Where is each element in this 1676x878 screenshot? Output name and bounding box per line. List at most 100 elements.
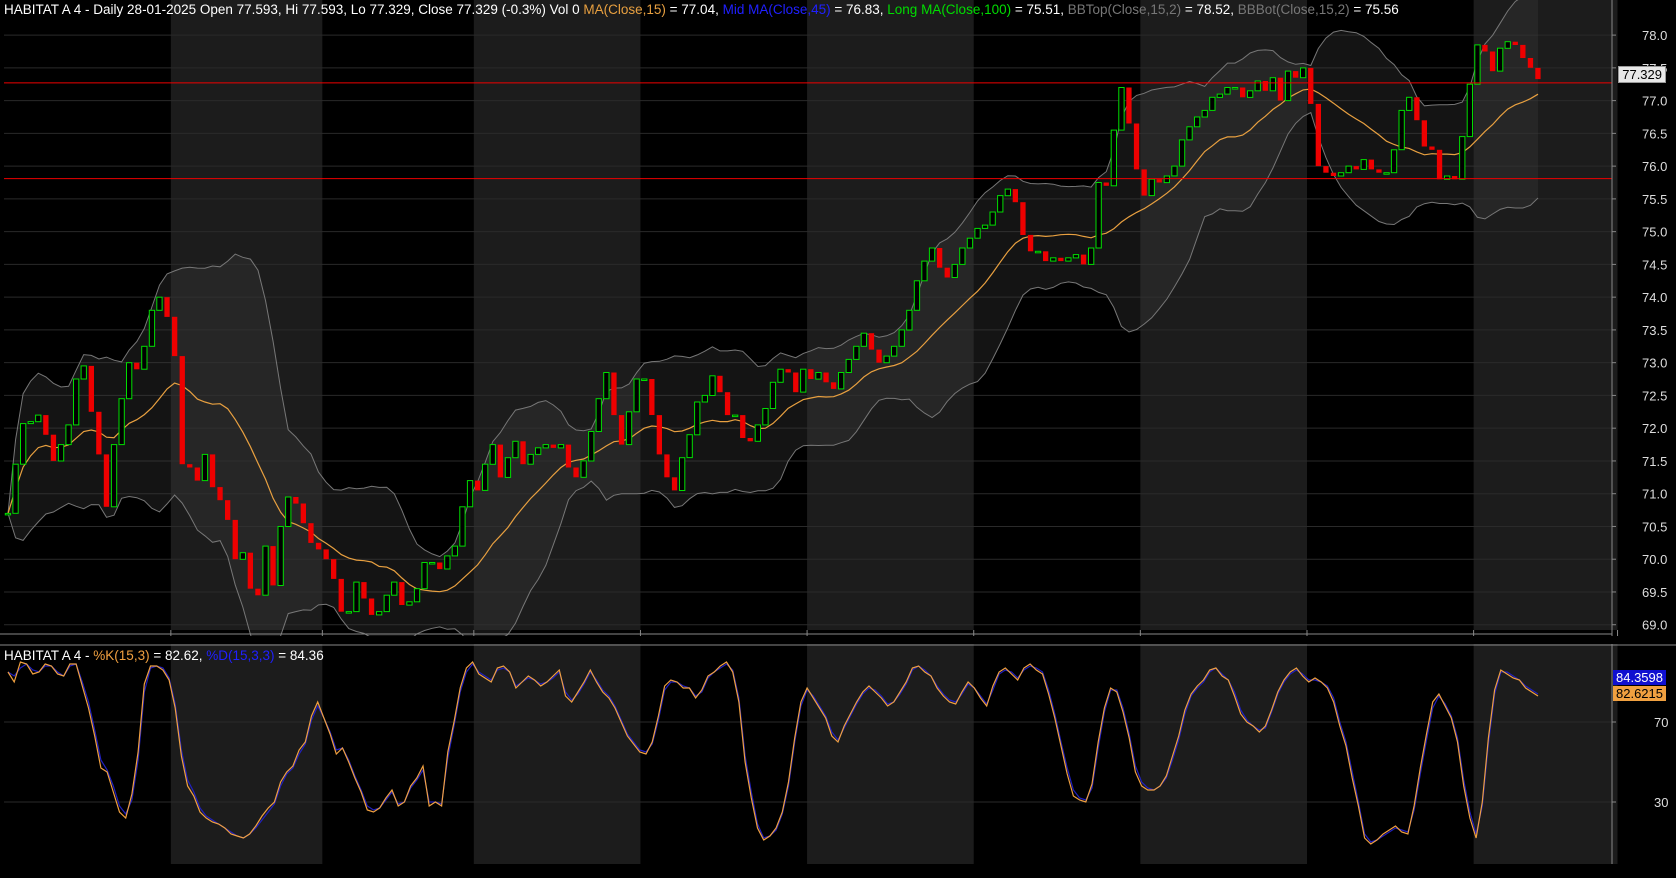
candle-down [1330,172,1337,176]
candle-up [1178,139,1186,167]
candle-up [466,480,474,508]
candle-down [437,562,443,570]
candle-up [504,457,512,478]
candle-down [134,362,140,370]
candle-down [1126,87,1132,124]
candle-up [451,545,459,557]
y-tick-label: 76.0 [1642,159,1667,174]
candle-down [944,267,950,278]
candle-up [928,247,936,262]
y-tick-label: 75.0 [1642,225,1667,240]
candle-up [1459,136,1466,180]
candle-down [1043,251,1049,262]
candle-down [50,434,57,461]
price-header: HABITAT A 4 - Daily 28-01-2025 Open 77.5… [4,2,1399,18]
candle-up [65,424,72,446]
candle-up [989,211,996,226]
bbbot-value: = 75.56 [1349,2,1399,17]
ma15-value: = 77.04, [665,2,723,17]
y-tick-label: 76.5 [1642,126,1667,141]
candle-up [1474,44,1481,85]
candle-up [353,581,360,613]
candle-down [717,375,723,393]
candle-up [1504,41,1511,49]
candle-down [1277,77,1284,101]
chart-window: 69.0 69.5 70.0 70.5 71.0 71.5 72.0 72.5 73.0 73.5… [0,0,1676,878]
candle-up [1497,47,1504,72]
candle-down [671,477,678,491]
candle-down [255,588,261,596]
candle-up [148,309,156,347]
candle-up [1201,109,1208,118]
candle-up [754,424,762,442]
candle-up [981,224,989,229]
candle-up [12,463,19,514]
candle-up [542,444,549,449]
candle-down [209,454,216,488]
candle-up [141,345,148,370]
candle-up [1383,172,1390,175]
y-tick-label: 69.0 [1642,618,1667,633]
candle-up [921,260,928,282]
candle-up [686,434,693,459]
candle-down [808,369,814,379]
candle-up [277,526,284,586]
candle-down [1482,44,1488,52]
candle-down [1240,87,1246,98]
candle-down [793,372,799,393]
candle-down [1080,254,1087,265]
candle-up [641,378,648,381]
candle-up [800,368,807,393]
candle-up [860,332,868,347]
y-tick-label: 74.5 [1642,257,1667,272]
candle-up [913,280,921,311]
candle-down [649,379,655,415]
candle-down [1512,41,1518,45]
candle-down [1489,51,1496,72]
candle-up [845,358,852,373]
candle-up [959,247,966,265]
d-value-tag: 84.3598 [1613,670,1666,685]
candle-up [709,375,716,396]
candle-down [1141,169,1147,196]
candle-down [1414,97,1420,121]
candle-down [573,467,579,478]
candle-up [110,444,118,508]
candle-up [126,362,133,400]
stochastic-chart[interactable]: 70 30 [0,644,1676,864]
candle-up [1269,77,1276,92]
candle-up [383,594,390,613]
candle-up [1110,129,1117,187]
candle-up [57,444,65,462]
candle-down [103,454,110,507]
candle-down [308,523,314,543]
y-tick-label: 78.0 [1642,28,1667,43]
candle-up [580,460,587,478]
candle-down [1012,189,1018,203]
candle-down [187,464,193,468]
long-ma-label: Long MA(Close,100) [887,2,1012,17]
candle-down [1156,179,1162,183]
price-chart[interactable]: 69.0 69.5 70.0 70.5 71.0 71.5 72.0 72.5 73.0 73.5… [0,0,1676,636]
bbtop-value: = 78.52, [1181,2,1238,17]
candle-down [823,372,829,383]
candle-down [43,415,49,435]
candle-down [937,248,943,268]
y-tick-label: 71.0 [1642,487,1667,502]
candle-down [1058,257,1064,262]
candle-up [391,581,398,596]
candle-down [1376,169,1382,173]
stoch-symbol: HABITAT A 4 [4,648,82,663]
candle-down [1436,149,1443,180]
k-value-tag: 82.6215 [1613,686,1666,701]
candle-up [80,365,87,380]
candle-up [20,423,27,465]
candle-up [679,457,686,492]
candle-down [656,415,662,455]
candle-up [1466,83,1473,138]
candle-up [429,562,436,565]
mid-ma-value: = 76.83, [830,2,888,17]
candle-up [73,378,80,426]
candle-up [459,506,466,547]
candle-up [1050,257,1057,262]
